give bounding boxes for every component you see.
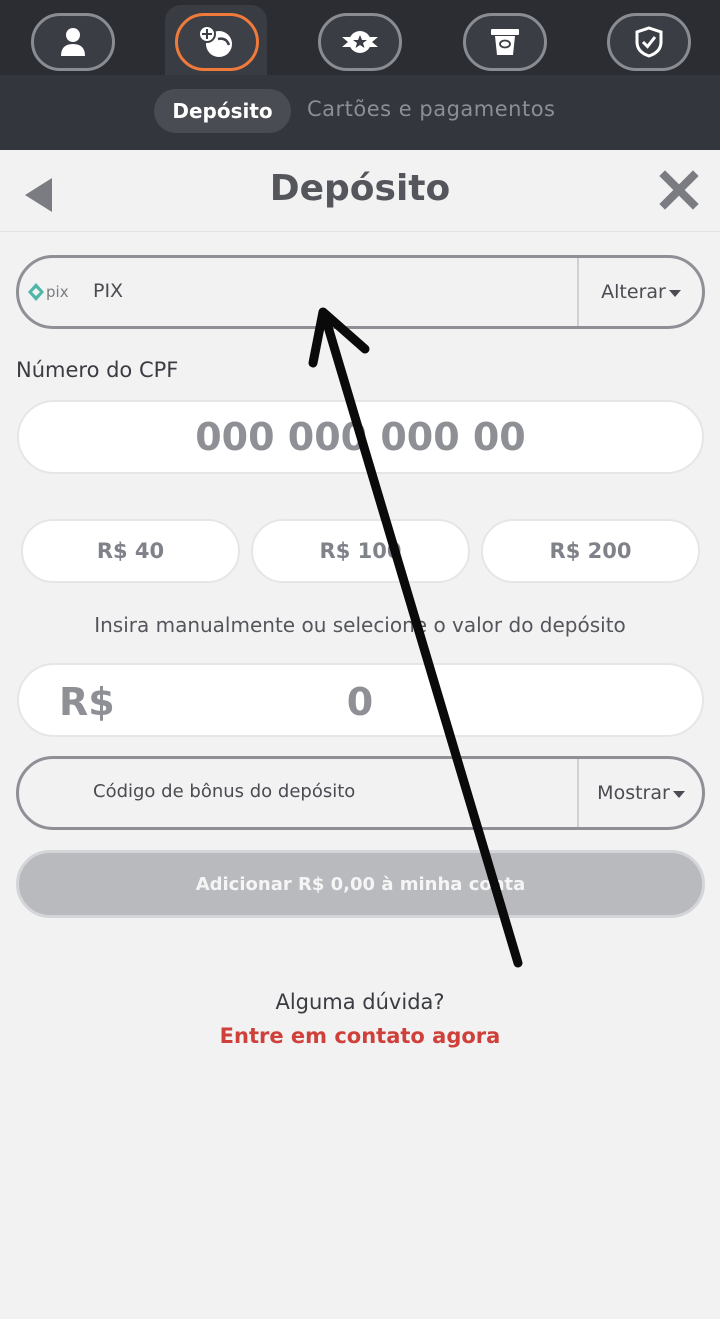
- currency-symbol: R$: [59, 680, 115, 724]
- pix-diamond-icon: pix: [28, 283, 69, 301]
- svg-text:pix: pix: [46, 283, 69, 301]
- method-divider: [577, 258, 579, 326]
- nav-profile-button[interactable]: [31, 13, 115, 71]
- contact-link[interactable]: Entre em contato agora: [0, 1024, 720, 1048]
- help-question: Alguma dúvida?: [275, 990, 445, 1014]
- bonus-code-label: Código de bônus do depósito: [93, 781, 356, 802]
- change-method-label: Alterar: [601, 281, 666, 303]
- add-funds-button[interactable]: Adicionar R$ 0,00 à minha conta: [16, 850, 705, 918]
- close-icon[interactable]: [659, 170, 699, 210]
- payment-method-label: PIX: [93, 280, 124, 302]
- shield-check-icon: [635, 26, 663, 58]
- bonus-divider: [577, 759, 579, 827]
- amount-200-button[interactable]: R$ 200: [481, 519, 700, 583]
- show-bonus-label: Mostrar: [597, 782, 670, 804]
- header-divider: [0, 231, 720, 232]
- nav-cashout-button[interactable]: [463, 13, 547, 71]
- caret-down-icon: [672, 790, 685, 798]
- amount-100-button[interactable]: R$ 100: [251, 519, 470, 583]
- wallet-icon: [198, 25, 232, 57]
- user-icon: [61, 28, 85, 56]
- nav-deposit-button[interactable]: [175, 13, 259, 71]
- star-badge-icon: [342, 31, 378, 53]
- cpf-label: Número do CPF: [16, 358, 179, 382]
- amount-40-button[interactable]: R$ 40: [21, 519, 240, 583]
- cpf-input[interactable]: [17, 400, 704, 474]
- nav-rewards-button[interactable]: [318, 13, 402, 71]
- pix-logo: pix: [26, 281, 80, 303]
- caret-down-icon: [668, 289, 681, 297]
- change-method-button[interactable]: Alterar: [580, 258, 702, 326]
- tab-deposit[interactable]: Depósito: [154, 89, 291, 133]
- cashout-icon: [491, 29, 519, 55]
- deposit-amount-value[interactable]: 0: [320, 680, 400, 724]
- nav-security-button[interactable]: [607, 13, 691, 71]
- tab-cards-payments[interactable]: Cartões e pagamentos: [307, 97, 556, 121]
- show-bonus-button[interactable]: Mostrar: [580, 759, 702, 827]
- page-title: Depósito: [269, 168, 451, 209]
- amount-hint: Insira manualmente ou selecione o valor …: [94, 613, 626, 637]
